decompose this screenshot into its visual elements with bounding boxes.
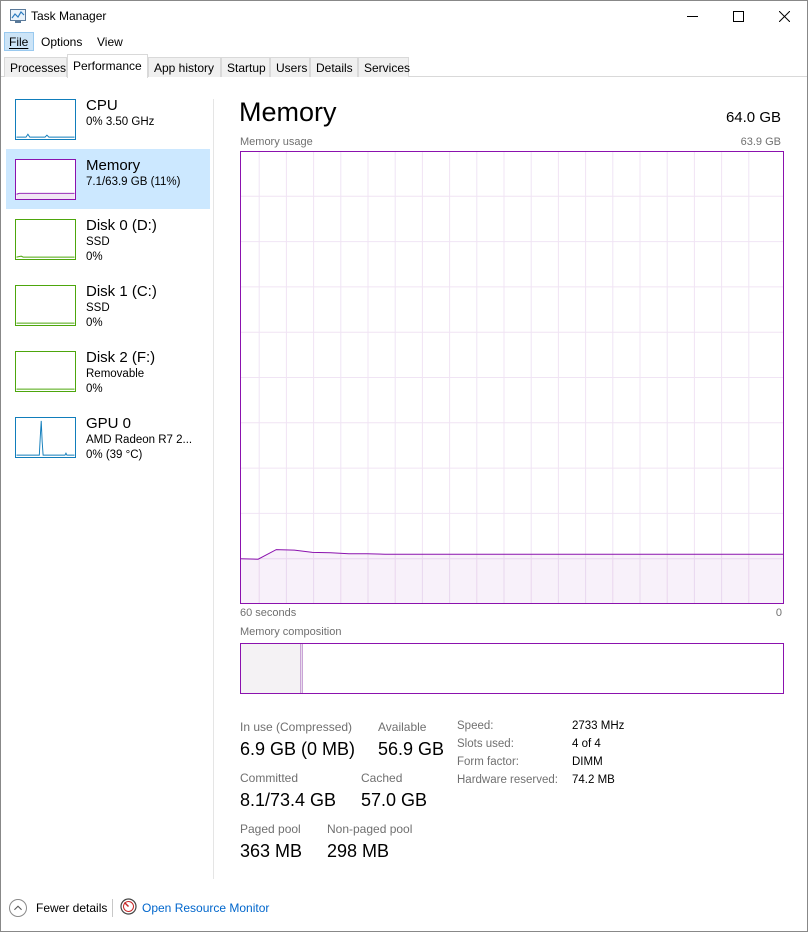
in-use-label: In use (Compressed) — [240, 720, 353, 734]
fewer-details-label: Fewer details — [36, 901, 108, 915]
committed-value: 8.1/73.4 GB — [240, 790, 337, 810]
sidebar-item-memory[interactable]: Memory 7.1/63.9 GB (11%) — [6, 149, 210, 209]
sidebar-detail: AMD Radeon R7 2... — [86, 434, 193, 446]
slots-value: 4 of 4 — [572, 738, 601, 750]
committed-label: Committed — [240, 771, 299, 785]
page-title: Memory — [239, 97, 337, 127]
memory-thumbnail — [15, 159, 76, 200]
sidebar-title: Memory — [86, 157, 141, 174]
usage-area — [240, 549, 784, 604]
form-factor-value: DIMM — [572, 756, 603, 768]
memory-total: 64.0 GB — [725, 109, 781, 126]
non-paged-pool-label: Non-paged pool — [327, 822, 413, 836]
disk-1-thumbnail — [15, 285, 76, 326]
composition-label: Memory composition — [240, 626, 342, 638]
menu-bar: File Options View — [1, 31, 807, 51]
sidebar-detail: 0% 3.50 GHz — [86, 116, 155, 128]
time-axis-left: 60 seconds — [240, 607, 297, 619]
sidebar-item-gpu-0[interactable]: GPU 0 AMD Radeon R7 2... 0% (39 °C) — [6, 407, 210, 467]
sidebar-title: CPU — [86, 97, 118, 114]
composition-modified — [301, 644, 303, 693]
speed-label: Speed: — [457, 720, 494, 732]
usage-graph-label: Memory usage — [240, 136, 313, 148]
sidebar-detail: SSD — [86, 236, 110, 248]
maximize-button[interactable] — [715, 1, 761, 31]
sidebar-title: Disk 2 (F:) — [86, 349, 156, 366]
tab-performance[interactable]: Performance — [67, 54, 148, 78]
sidebar-divider — [213, 99, 214, 879]
tab-bar: Processes Performance App history Startu… — [1, 53, 807, 78]
footer: Fewer details Open Resource Monitor — [1, 891, 807, 925]
paged-pool-value: 363 MB — [240, 841, 303, 861]
menu-file[interactable]: File — [4, 32, 34, 51]
cpu-thumbnail — [15, 99, 76, 140]
disk-2-thumbnail — [15, 351, 76, 392]
sidebar-title: Disk 0 (D:) — [86, 217, 157, 234]
chevron-up-icon — [9, 899, 27, 917]
hardware-reserved-label: Hardware reserved: — [457, 774, 558, 786]
slots-label: Slots used: — [457, 738, 514, 750]
non-paged-pool-value: 298 MB — [327, 841, 390, 861]
task-manager-window: Task Manager File Options View Processes… — [0, 0, 808, 932]
cached-value: 57.0 GB — [361, 790, 428, 810]
in-use-value: 6.9 GB (0 MB) — [240, 739, 356, 759]
sidebar-detail: Removable — [86, 368, 145, 380]
sidebar-detail: SSD — [86, 302, 110, 314]
sidebar-title: GPU 0 — [86, 415, 132, 432]
tab-processes[interactable]: Processes — [4, 57, 67, 77]
usage-graph-max: 63.9 GB — [740, 136, 781, 148]
menu-options[interactable]: Options — [36, 32, 87, 51]
memory-composition-bar — [240, 643, 784, 694]
tab-app-history[interactable]: App history — [148, 57, 221, 77]
gpu-0-thumbnail — [15, 417, 76, 458]
composition-in-use — [241, 644, 301, 693]
tab-details[interactable]: Details — [310, 57, 358, 77]
hardware-reserved-value: 74.2 MB — [572, 774, 615, 786]
sidebar-item-disk-0[interactable]: Disk 0 (D:) SSD 0% — [6, 209, 210, 269]
sidebar-detail-2: 0% — [86, 317, 103, 329]
sidebar-detail: 7.1/63.9 GB (11%) — [86, 176, 181, 188]
sidebar-detail-2: 0% (39 °C) — [86, 449, 143, 461]
sidebar-detail-2: 0% — [86, 383, 103, 395]
tab-services[interactable]: Services — [358, 57, 410, 77]
task-manager-icon — [10, 9, 26, 23]
sidebar-item-disk-1[interactable]: Disk 1 (C:) SSD 0% — [6, 275, 210, 335]
footer-separator — [112, 899, 113, 917]
minimize-icon — [686, 15, 698, 17]
open-resource-monitor-link[interactable]: Open Resource Monitor — [142, 901, 269, 915]
menu-view[interactable]: View — [92, 32, 128, 51]
sidebar-detail-2: 0% — [86, 251, 103, 263]
close-icon — [778, 10, 790, 22]
window-title: Task Manager — [31, 9, 107, 23]
maximize-icon — [732, 10, 744, 22]
sidebar-title: Disk 1 (C:) — [86, 283, 157, 300]
close-button[interactable] — [761, 1, 807, 31]
available-label: Available — [378, 720, 427, 734]
paged-pool-label: Paged pool — [240, 822, 301, 836]
resource-sidebar: CPU 0% 3.50 GHz Memory 7.1/63.9 GB (11%)… — [1, 81, 213, 881]
tab-startup[interactable]: Startup — [221, 57, 270, 77]
sidebar-item-cpu[interactable]: CPU 0% 3.50 GHz — [6, 89, 210, 149]
time-axis-right: 0 — [775, 607, 782, 619]
speed-value: 2733 MHz — [572, 720, 625, 732]
minimize-button[interactable] — [669, 1, 715, 31]
cached-label: Cached — [361, 771, 403, 785]
memory-usage-graph — [240, 151, 784, 604]
disk-0-thumbnail — [15, 219, 76, 260]
title-bar[interactable]: Task Manager — [1, 1, 807, 31]
resource-monitor-icon — [120, 898, 137, 915]
form-factor-label: Form factor: — [457, 756, 519, 768]
tab-users[interactable]: Users — [270, 57, 310, 77]
sidebar-item-disk-2[interactable]: Disk 2 (F:) Removable 0% — [6, 341, 210, 401]
available-value: 56.9 GB — [378, 739, 445, 759]
